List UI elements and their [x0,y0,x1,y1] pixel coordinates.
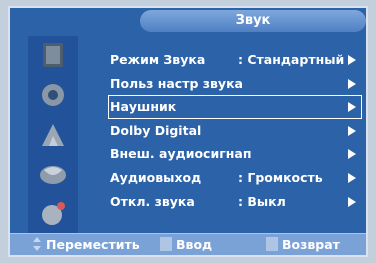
help-return: Возврат [266,234,340,256]
menu-item-label: Dolby Digital [110,122,202,138]
help-move-label: Переместить [46,237,140,252]
help-enter-label: Ввод [176,237,213,252]
arrow-right-icon [348,172,356,183]
menu-item-mute[interactable]: Откл. звука : Выкл [108,190,362,214]
menu-item-headphone[interactable]: Наушник [108,95,362,119]
sound-menu-list: Режим Звука : Стандартный Польз настр зв… [108,48,362,213]
help-enter: Ввод [160,234,212,256]
menu-item-label: Аудиовыход [110,169,202,185]
menu-title: Звук [140,10,366,32]
menu-item-label: Наушник [110,99,177,115]
menu-item-label: Откл. звука [110,193,195,209]
help-move: Переместить [32,234,140,256]
menu-item-custom-sound[interactable]: Польз настр звука [108,72,362,96]
menu-item-value: : Стандартный [238,52,345,67]
menu-item-value: : Выкл [238,193,286,209]
arrow-right-icon [348,102,356,113]
up-down-icon [32,237,42,251]
menu-item-label: Польз настр звука [110,75,243,91]
help-bar: Переместить Ввод Возврат [10,233,366,255]
channel-icon[interactable] [34,120,72,150]
menu-item-label: Внеш. аудиосигнап [110,146,252,162]
menu-item-sound-mode[interactable]: Режим Звука : Стандартный [108,48,362,72]
menu-item-label: Режим Звука [110,52,206,67]
arrow-right-icon [348,55,356,65]
menu-item-value: : Громкость [238,169,323,185]
arrow-right-icon [348,149,356,160]
menu-item-audio-out[interactable]: Аудиовыход : Громкость [108,166,362,190]
arrow-right-icon [348,78,356,89]
arrow-right-icon [348,196,356,207]
arrow-right-icon [348,125,356,136]
setup-icon[interactable] [34,160,72,190]
category-icon-column [28,36,78,234]
osd-menu-panel: Звук Режим Звука : Стандартный Польз нас… [8,6,368,257]
sound-icon[interactable] [34,80,72,110]
picture-icon[interactable] [34,40,72,70]
help-return-label: Возврат [282,237,340,252]
menu-item-external-audio[interactable]: Внеш. аудиосигнап [108,142,362,166]
menu-item-dolby-digital[interactable]: Dolby Digital [108,119,362,143]
return-icon [266,237,278,251]
enter-icon [160,237,172,251]
input-icon[interactable] [34,198,72,228]
